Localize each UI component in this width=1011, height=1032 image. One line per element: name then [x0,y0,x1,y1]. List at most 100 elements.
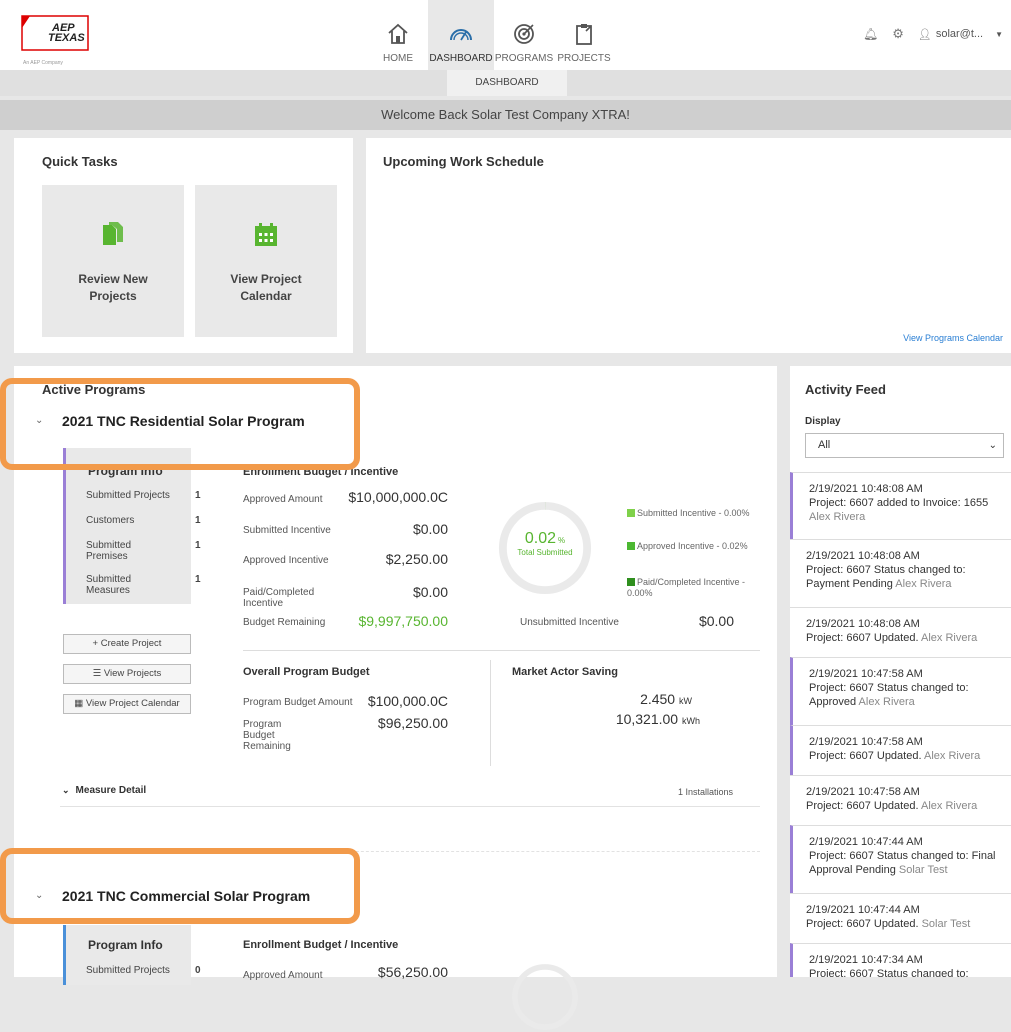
activity-time: 2/19/2021 10:48:08 AM [806,618,920,630]
enrollment-value: $10,000,000.0C [348,489,448,505]
saving-kw-value: 2.450 [640,691,676,707]
vertical-divider [490,660,491,766]
enrollment-value: $0.00 [412,521,448,537]
enrollment-label: Approved Amount [243,970,323,981]
activity-time: 2/19/2021 10:47:58 AM [806,786,920,798]
view-programs-calendar-link[interactable]: View Programs Calendar [903,333,1003,343]
highlight-box [0,848,360,924]
legend-text: Submitted Incentive - 0.00% [637,508,750,518]
saving-kw: 2.450 kW [512,691,692,707]
view-project-calendar-tile[interactable]: View Project Calendar [195,185,337,337]
enrollment-label: Paid/Completed Incentive [243,587,315,609]
budget-remaining-value: $9,997,750.00 [358,613,448,629]
legend-swatch [627,509,635,517]
activity-text: Project: 6607 Updated. [806,800,919,812]
documents-icon [103,222,123,245]
enrollment-value: $0.00 [412,584,448,600]
target-icon [514,24,534,44]
legend-text: Paid/Completed Incentive - 0.00% [627,577,746,598]
info-label: Submitted Premises [86,540,132,562]
chevron-down-icon: ⌄ [988,440,997,451]
nav-home[interactable]: HOME [368,0,428,70]
market-saving-title: Market Actor Saving [512,666,618,678]
activity-item[interactable]: 2/19/2021 10:47:34 AM Project: 6607 Statu… [790,943,1011,977]
saving-kw-unit: kW [679,696,692,706]
subnav-dashboard[interactable]: DASHBOARD [447,70,567,96]
activity-item[interactable]: 2/19/2021 10:47:58 AM Project: 6607 Updat… [790,775,1011,825]
legend-swatch [627,542,635,550]
info-value: 1 [195,574,201,585]
activity-time: 2/19/2021 10:47:44 AM [809,836,923,848]
aep-texas-logo[interactable]: AEP TEXAS An AEP Company [20,14,100,66]
display-select-value: All [818,439,831,451]
calendar-task-line2: Calendar [240,289,292,303]
activity-item[interactable]: 2/19/2021 10:48:08 AM Project: 6607 Statu… [790,539,1011,607]
activity-time: 2/19/2021 10:47:58 AM [809,736,923,748]
info-value: 1 [195,515,201,526]
enrollment-value: $56,250.00 [377,964,448,980]
activity-text: Project: 6607 Status changed to: [809,968,969,977]
info-value: 0 [195,965,201,976]
review-new-projects-tile[interactable]: Review New Projects [42,185,184,337]
nav-dashboard[interactable]: DASHBOARD [428,0,494,70]
legend-paid: Paid/Completed Incentive - 0.00% [627,577,767,599]
activity-item[interactable]: 2/19/2021 10:48:08 AM Project: 6607 Updat… [790,607,1011,657]
gauge-number: 0.02 [524,530,556,547]
quick-tasks-panel: Quick Tasks Review New Projects View Pro… [14,138,353,353]
activity-time: 2/19/2021 10:47:34 AM [809,954,923,966]
activity-user: Alex Rivera [923,750,981,762]
user-name: solar@t... [935,28,984,40]
clipboard-icon [576,24,592,45]
view-projects-button[interactable]: ☰ View Projects [63,664,191,684]
user-menu[interactable]: 👤︎ solar@t... ▼ [918,28,1011,41]
legend-text: Approved Incentive - 0.02% [637,541,748,551]
enrollment-label: Approved Amount [243,494,323,505]
activity-user: Solar Test [898,864,948,876]
display-label: Display [805,416,841,427]
review-task-line1: Review New [78,272,148,286]
enrollment-label: Approved Incentive [243,555,329,566]
calendar-icon [255,223,277,246]
measure-detail-label: Measure Detail [75,785,147,796]
user-icon: 👤︎ [917,28,932,41]
info-label: Submitted Projects [86,965,170,976]
saving-kwh-value: 10,321.00 [615,711,679,727]
view-project-calendar-button[interactable]: ▦ View Project Calendar [63,694,191,714]
activity-text: Project: 6607 Updated. [809,750,922,762]
info-label: Customers [86,515,135,526]
review-task-line2: Projects [89,289,137,303]
nav-programs[interactable]: PROGRAMS [494,0,554,70]
calendar-task-line1: View Project [230,272,302,286]
bell-icon[interactable]: 🔔︎ [863,27,878,41]
nav-projects[interactable]: PROJECTS [554,0,614,70]
unsubmitted-value: $0.00 [698,613,734,629]
create-project-button[interactable]: + Create Project [63,634,191,654]
activity-item[interactable]: 2/19/2021 10:47:44 AM Project: 6607 Statu… [790,825,1011,893]
nav-dashboard-label: DASHBOARD [429,53,493,64]
activity-item[interactable]: 2/19/2021 10:47:44 AM Project: 6607 Updat… [790,893,1011,943]
user-bar: 🔔︎ ⚙ 👤︎ solar@t... ▼ [863,26,1011,42]
gear-icon[interactable]: ⚙ [892,26,904,42]
main-nav: HOME DASHBOARD PROGRAMS PROJECTS [368,0,614,70]
top-bar: AEP TEXAS An AEP Company HOME DASHBOARD [0,0,1011,70]
measure-detail-toggle[interactable]: ⌄ Measure Detail [62,785,146,796]
activity-user: Solar Test [921,918,971,930]
gauge-unit: % [558,536,566,545]
activity-item[interactable]: 2/19/2021 10:47:58 AM Project: 6607 Statu… [790,657,1011,725]
gauge-value: 0.02% [496,530,594,548]
overall-value: $96,250.00 [377,715,448,731]
activity-item[interactable]: 2/19/2021 10:48:08 AM Project: 6607 added… [790,472,1011,539]
enrollment-label: Budget Remaining [243,617,326,628]
total-submitted-gauge [512,964,578,1030]
saving-kwh-unit: kWh [682,716,700,726]
caret-down-icon: ▼ [995,29,1003,39]
logo-line2: TEXAS [48,32,85,44]
activity-user: Alex Rivera [920,632,978,644]
display-select[interactable]: All ⌄ [805,433,1004,458]
enrollment-title: Enrollment Budget / Incentive [243,939,399,951]
activity-time: 2/19/2021 10:48:08 AM [806,550,920,562]
highlight-box [0,378,360,470]
sub-nav: DASHBOARD [0,70,1011,96]
divider [243,650,760,651]
activity-item[interactable]: 2/19/2021 10:47:58 AM Project: 6607 Updat… [790,725,1011,775]
